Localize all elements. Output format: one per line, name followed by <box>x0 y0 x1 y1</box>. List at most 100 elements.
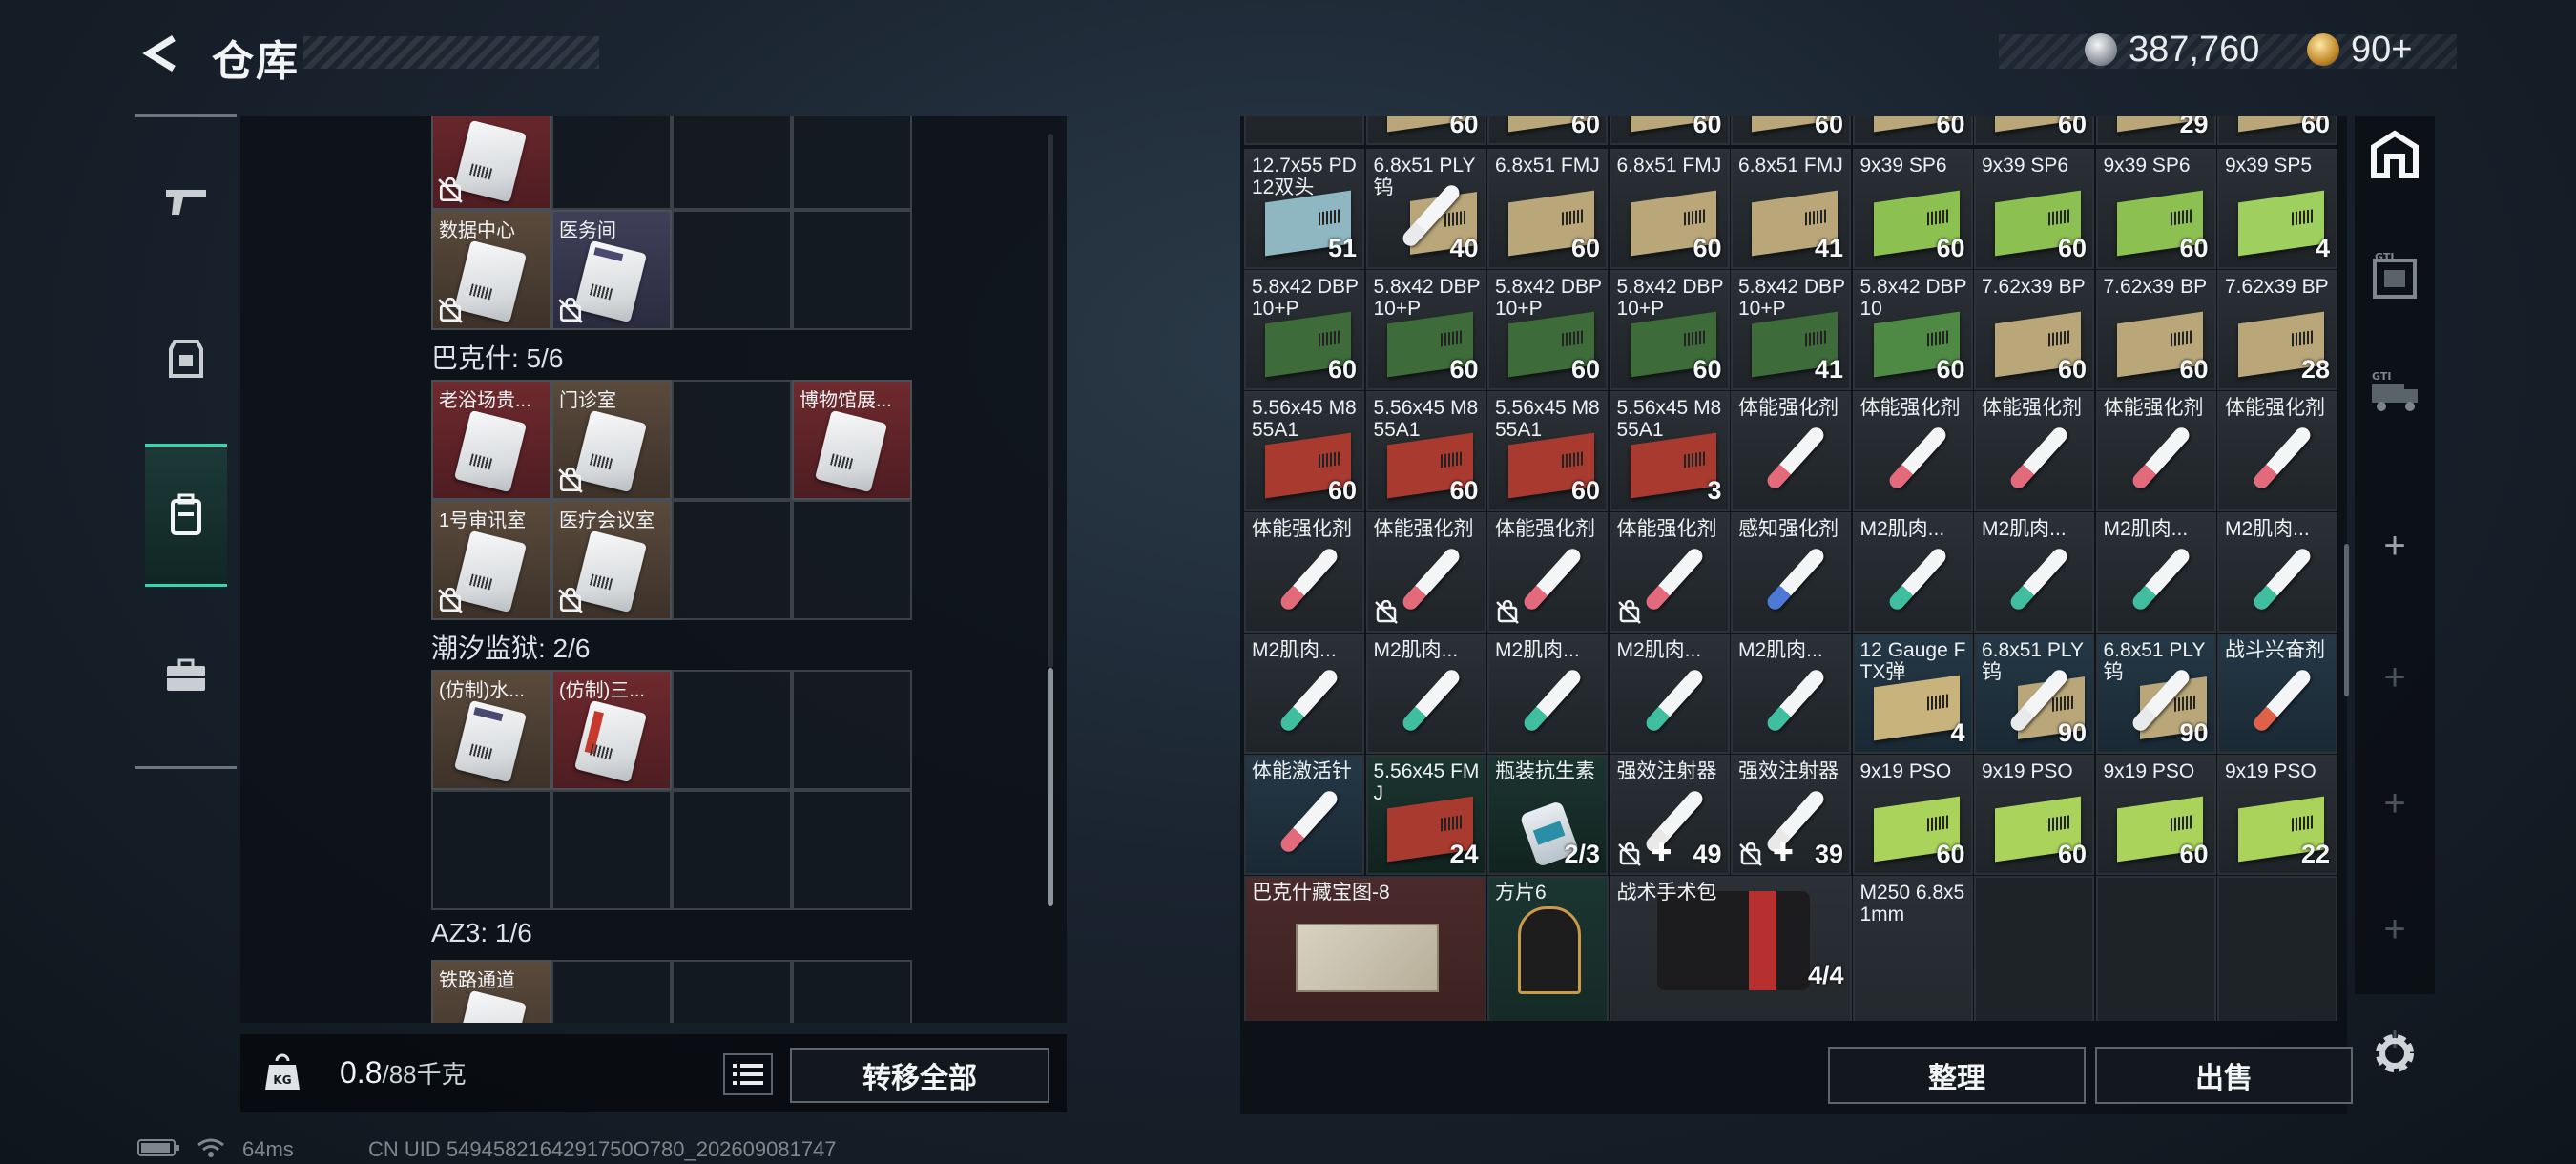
inventory-item[interactable]: 9x19 PSO 60 <box>2095 755 2216 875</box>
keycard-item[interactable]: 医疗会议室 <box>551 500 672 620</box>
inventory-item[interactable]: 战术手术包 4/4 <box>1609 876 1852 1021</box>
empty-slot[interactable] <box>672 116 792 210</box>
empty-slot[interactable] <box>672 210 792 330</box>
warehouse-tab-gti-truck-icon[interactable]: GTI <box>2355 334 2435 448</box>
keycard-list[interactable]: 数据中心 医务间 巴克什: 5/6 老浴场贵... 门诊室 博物馆展... 1号审讯室 医疗会… <box>240 116 1067 1023</box>
inventory-item[interactable]: 感知强化剂 <box>1731 512 1851 633</box>
empty-slot[interactable] <box>672 500 792 620</box>
transfer-all-button[interactable]: 转移全部 <box>790 1048 1049 1103</box>
empty-slot[interactable] <box>672 790 792 910</box>
empty-slot[interactable] <box>792 790 912 910</box>
category-armor[interactable] <box>145 287 227 430</box>
inventory-item[interactable]: 6.8x51 PLY钨 40 <box>1365 149 1486 269</box>
empty-slot[interactable] <box>792 500 912 620</box>
inventory-item[interactable]: M2肌肉... <box>1731 634 1851 754</box>
inventory-item[interactable]: 9x39 SP5 4 <box>2217 149 2337 269</box>
inventory-item[interactable]: 体能强化剂 <box>1244 512 1364 633</box>
inventory-item[interactable]: 29 <box>2095 116 2216 145</box>
inventory-item[interactable]: 体能强化剂 <box>1609 512 1730 633</box>
list-view-button[interactable] <box>723 1053 773 1095</box>
inventory-item[interactable]: 5.8x42 DBP10+P 60 <box>1487 270 1608 390</box>
inventory-item[interactable]: 60 <box>1731 116 1851 145</box>
inventory-item[interactable]: M2肌肉... <box>1365 634 1486 754</box>
inventory-item[interactable]: 9x39 SP6 60 <box>1974 149 2094 269</box>
container-panel[interactable]: 数据中心 医务间 巴克什: 5/6 老浴场贵... 门诊室 博物馆展... 1号审讯室 医疗会… <box>240 116 1067 1023</box>
empty-slot[interactable] <box>551 790 672 910</box>
add-warehouse-slot[interactable]: + <box>2355 746 2435 861</box>
inventory-item[interactable]: 9x19 PSO 60 <box>1974 755 2094 875</box>
inventory-item[interactable]: 6.8x51 PLY钨 90 <box>2095 634 2216 754</box>
inventory-item[interactable]: 60 <box>1487 116 1608 145</box>
inventory-item[interactable]: 60 <box>2217 116 2337 145</box>
left-scroll-track[interactable] <box>1048 134 1053 668</box>
inventory-item[interactable]: 60 <box>1609 116 1730 145</box>
keycard-item[interactable]: 铁路通道 <box>431 960 551 1023</box>
inventory-item[interactable]: 9x19 PSO 22 <box>2217 755 2337 875</box>
inventory-item[interactable]: 体能强化剂 <box>2095 391 2216 511</box>
keycard-item[interactable]: (仿制)三... <box>551 670 672 790</box>
inventory-item[interactable]: M2肌肉... <box>1609 634 1730 754</box>
inventory-item[interactable]: 5.56x45 M855A1 60 <box>1244 391 1364 511</box>
inventory-item[interactable]: M2肌肉... <box>2095 512 2216 633</box>
inventory-item[interactable]: 战斗兴奋剂 <box>2217 634 2337 754</box>
inventory-item[interactable]: 5.56x45 M855A1 60 <box>1487 391 1608 511</box>
warehouse-tab-gti-box-icon[interactable]: GTI <box>2355 219 2435 334</box>
inventory-item[interactable]: M250 6.8x51mm <box>1852 876 1998 1021</box>
keycard-item[interactable]: 1号审讯室 <box>431 500 551 620</box>
keycard-item[interactable]: 数据中心 <box>431 210 551 330</box>
inventory-item[interactable]: 9x39 SP6 60 <box>1852 149 1973 269</box>
left-scroll-thumb[interactable] <box>1048 668 1053 906</box>
inventory-item[interactable]: 9x19 PSO 60 <box>1852 755 1973 875</box>
inventory-item[interactable]: 60 <box>1974 116 2094 145</box>
inventory-item[interactable]: 体能强化剂 <box>1852 391 1973 511</box>
empty-slot[interactable] <box>672 670 792 790</box>
keycard-item[interactable]: (仿制)水... <box>431 670 551 790</box>
category-briefcase[interactable] <box>145 604 227 747</box>
empty-slot[interactable] <box>2095 876 2216 1021</box>
empty-slot[interactable] <box>551 116 672 210</box>
empty-slot[interactable] <box>1974 876 2094 1021</box>
inventory-item[interactable]: 5.8x42 DBP10 60 <box>1852 270 1973 390</box>
empty-slot[interactable] <box>551 960 672 1023</box>
empty-slot[interactable] <box>431 790 551 910</box>
warehouse-grid[interactable]: 60 60 60 60 60 60 29 60 12.7x55 PD12双头 51 6.8x51 P… <box>1244 116 2339 1021</box>
inventory-item[interactable]: 强效注射器 ✚ 49 <box>1609 755 1730 875</box>
keycard-item[interactable]: 博物馆展... <box>792 380 912 500</box>
inventory-item[interactable]: 巴克什藏宝图-8 <box>1244 876 1486 1021</box>
inventory-item[interactable]: 6.8x51 FMJ 41 <box>1731 149 1851 269</box>
inventory-item[interactable]: 体能强化剂 <box>1487 512 1608 633</box>
inventory-item[interactable]: 体能强化剂 <box>1365 512 1486 633</box>
inventory-item[interactable]: 5.56x45 M855A1 3 <box>1609 391 1730 511</box>
inventory-item[interactable]: 体能强化剂 <box>1974 391 2094 511</box>
add-warehouse-slot[interactable]: + <box>2355 620 2435 735</box>
inventory-item[interactable]: 7.62x39 BP 60 <box>2095 270 2216 390</box>
inventory-item[interactable]: 6.8x51 PLY钨 90 <box>1974 634 2094 754</box>
empty-slot[interactable] <box>792 960 912 1023</box>
back-button[interactable] <box>134 29 187 78</box>
category-weapons[interactable] <box>145 131 227 274</box>
inventory-item[interactable]: 5.8x42 DBP10+P 60 <box>1609 270 1730 390</box>
keycard-item[interactable]: 医务间 <box>551 210 672 330</box>
empty-slot[interactable] <box>672 380 792 500</box>
category-backpack[interactable] <box>145 444 227 587</box>
inventory-item[interactable]: 9x39 SP6 60 <box>2095 149 2216 269</box>
inventory-item[interactable]: 6.8x51 FMJ 60 <box>1609 149 1730 269</box>
inventory-item[interactable]: 6.8x51 FMJ 60 <box>1487 149 1608 269</box>
inventory-item[interactable]: 12 Gauge FTX弹 4 <box>1852 634 1973 754</box>
inventory-item[interactable]: 体能强化剂 <box>2217 391 2337 511</box>
inventory-item[interactable]: M2肌肉... <box>1244 634 1364 754</box>
inventory-item[interactable] <box>1244 116 1364 145</box>
keycard-item[interactable]: 老浴场贵... <box>431 380 551 500</box>
warehouse-tab-home-icon[interactable] <box>2355 97 2435 212</box>
sell-button[interactable]: 出售 <box>2095 1047 2353 1104</box>
settings-gear-icon[interactable] <box>2366 1025 2423 1082</box>
inventory-item[interactable]: 5.56x45 M855A1 60 <box>1365 391 1486 511</box>
inventory-item[interactable]: 7.62x39 BP 28 <box>2217 270 2337 390</box>
inventory-item[interactable]: M2肌肉... <box>1487 634 1608 754</box>
keycard-item[interactable]: 门诊室 <box>551 380 672 500</box>
inventory-item[interactable]: 体能强化剂 <box>1731 391 1851 511</box>
add-warehouse-slot[interactable]: + <box>2355 872 2435 987</box>
inventory-item[interactable]: 5.56x45 FMJ 24 <box>1365 755 1486 875</box>
inventory-item[interactable]: M2肌肉... <box>2217 512 2337 633</box>
warehouse-panel[interactable]: 60 60 60 60 60 60 29 60 12.7x55 PD12双头 51 6.8x51 P… <box>1240 116 2353 1114</box>
